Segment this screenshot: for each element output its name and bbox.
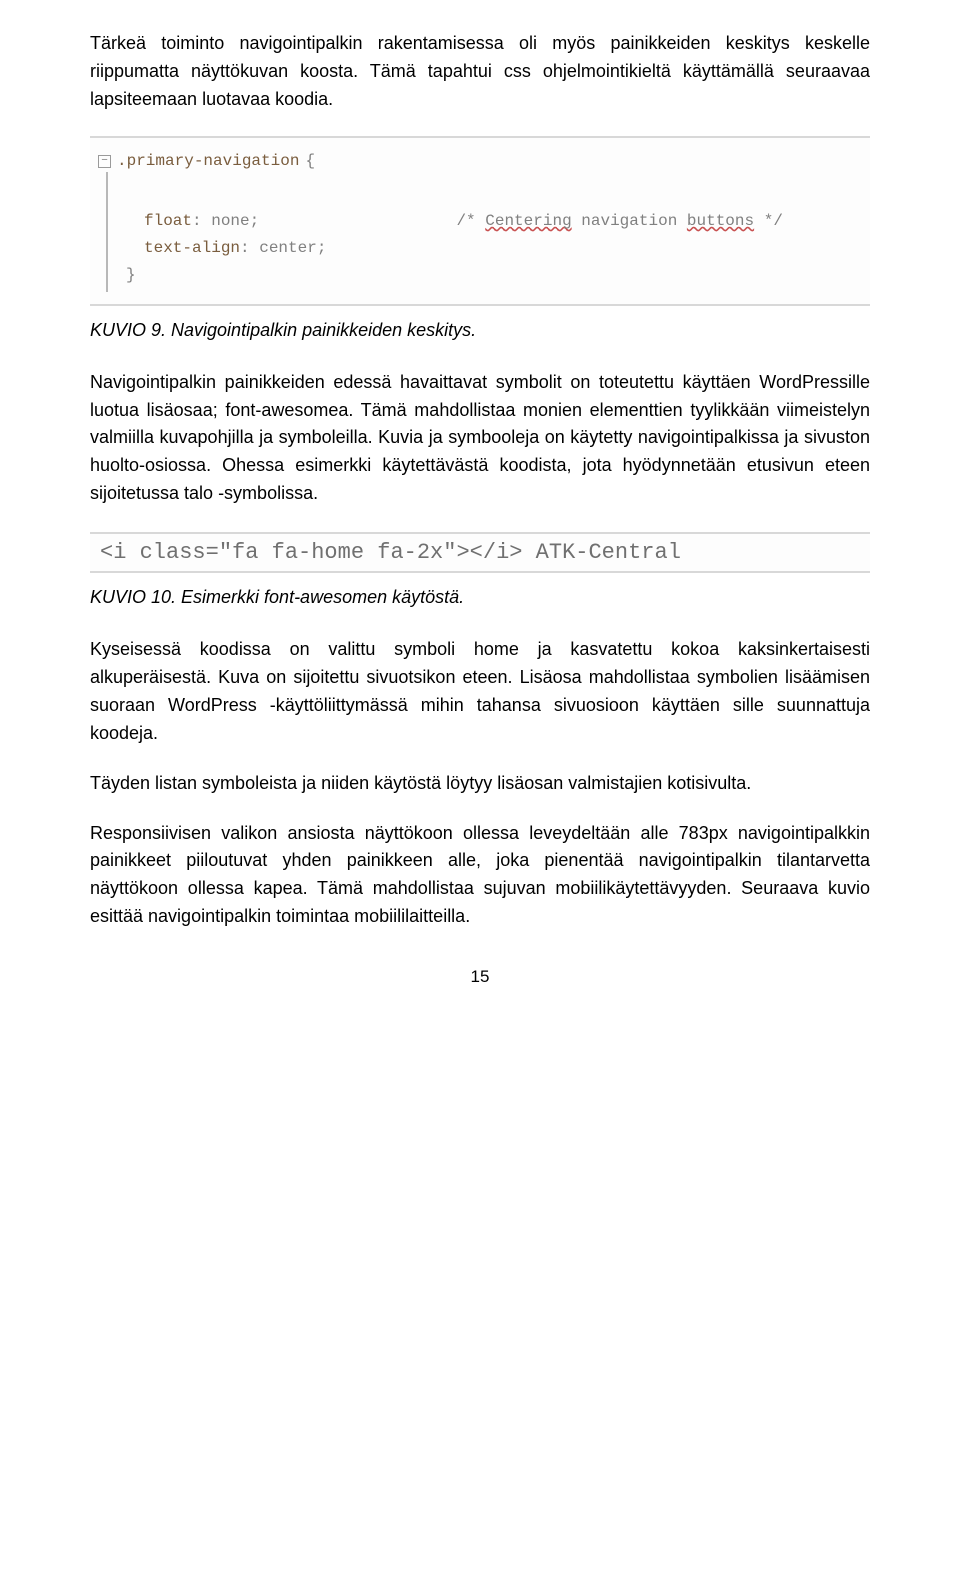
paragraph-1: Tärkeä toiminto navigointipalkin rakenta…: [90, 30, 870, 114]
code-fold-gutter: [106, 172, 108, 292]
figure-10-code: <i class="fa fa-home fa-2x"></i> ATK-Cen…: [90, 532, 870, 573]
code-body: float: none;text-align: center; /* Cente…: [98, 181, 862, 263]
open-brace: {: [305, 148, 315, 175]
code-line-selector: − .primary-navigation {: [98, 148, 862, 175]
css-comment: /* Centering navigation buttons */: [456, 181, 782, 263]
figure-10-caption: KUVIO 10. Esimerkki font-awesomen käytös…: [90, 587, 870, 608]
css-code-block: − .primary-navigation { float: none;text…: [90, 136, 870, 306]
spellcheck-squiggle: Centering: [485, 212, 571, 230]
html-snippet: <i class="fa fa-home fa-2x"></i> ATK-Cen…: [100, 540, 681, 565]
paragraph-3b: Täyden listan symboleista ja niiden käyt…: [90, 770, 870, 798]
spellcheck-squiggle: buttons: [687, 212, 754, 230]
figure-9-code: − .primary-navigation { float: none;text…: [90, 136, 870, 306]
css-selector: .primary-navigation: [117, 148, 299, 175]
document-page: Tärkeä toiminto navigointipalkin rakenta…: [0, 0, 960, 1027]
fold-minus-icon: −: [98, 155, 111, 168]
css-properties: float: none;text-align: center;: [144, 181, 326, 263]
paragraph-2: Navigointipalkin painikkeiden edessä hav…: [90, 369, 870, 508]
figure-9-caption: KUVIO 9. Navigointipalkin painikkeiden k…: [90, 320, 870, 341]
close-brace: }: [98, 262, 862, 289]
paragraph-3: Kyseisessä koodissa on valittu symboli h…: [90, 636, 870, 748]
page-number: 15: [90, 967, 870, 987]
paragraph-4: Responsiivisen valikon ansiosta näyttöko…: [90, 820, 870, 932]
